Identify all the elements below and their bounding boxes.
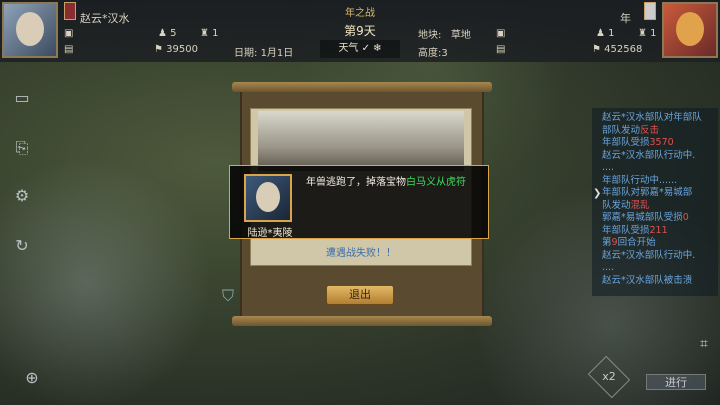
shield-icon[interactable]: ⛉ <box>216 284 240 308</box>
right-troops: ⚑ 452568 <box>592 44 643 55</box>
left-faction-flag <box>64 2 76 20</box>
book-icon[interactable]: ⎘ <box>10 136 34 160</box>
log-expand-icon[interactable]: ❯ <box>593 188 601 199</box>
refresh-icon[interactable]: ↻ <box>10 234 34 258</box>
speed-button[interactable]: x2 <box>592 370 626 383</box>
log-line: 年部队受损3570 <box>602 137 674 148</box>
battle-log[interactable]: 赵云*汉水部队对年部队 部队发动反击 年部队受损3570 赵云*汉水部队行动中....… <box>592 108 718 296</box>
log-line: .... <box>602 262 615 273</box>
right-commander-portrait[interactable] <box>662 2 718 58</box>
log-line: 赵云*汉水部队行动中. <box>602 149 696 161</box>
zoom-icon[interactable]: ⊕ <box>20 366 44 390</box>
drop-message: 年兽逃跑了，掉落宝物白马义从虎符 <box>306 177 466 188</box>
right-generals: ♜ 1 <box>638 28 657 39</box>
exit-button[interactable]: 退出 <box>326 285 394 305</box>
left-generals: ♜ 1 <box>200 28 219 39</box>
weather-indicator[interactable]: 天气 ✓ ❄ <box>320 40 400 58</box>
scroll-bottom-rod <box>232 316 492 326</box>
hero-name: 陆逊*夷陵 <box>247 228 293 239</box>
terrain: 地块: 草地 <box>418 30 471 41</box>
right-units: ♟ 1 <box>596 28 615 39</box>
day-counter: 第9天 <box>344 24 376 38</box>
battle-result-text: 遭遇战失败！！ <box>326 248 396 259</box>
left-player-name: 赵云*汉水 <box>80 12 130 25</box>
gear-icon[interactable]: ⚙ <box>10 184 34 208</box>
log-line: 部队发动反击 <box>602 124 660 136</box>
battle-title: 年之战 <box>345 8 375 19</box>
log-line: .... <box>602 162 615 173</box>
left-units: ♟ 5 <box>158 28 177 39</box>
proceed-button[interactable]: 进行 <box>646 374 706 390</box>
treasure-name: 白马义从虎符 <box>406 177 466 188</box>
log-line: 年部队行动中...... <box>602 174 678 186</box>
log-line: 郭嘉*易城部队受损0 <box>602 212 689 223</box>
treasure-drop-banner: 陆逊*夷陵 年兽逃跑了，掉落宝物白马义从虎符 <box>229 165 489 239</box>
right-chest-icon: ▣ <box>496 28 506 39</box>
left-chest-icon: ▣ <box>64 28 74 39</box>
left-bag-icon: ▤ <box>64 44 74 55</box>
screen-icon[interactable]: ▭ <box>10 86 34 110</box>
right-bag-icon: ▤ <box>496 44 506 55</box>
left-commander-portrait[interactable] <box>2 2 58 58</box>
right-faction-flag <box>644 2 656 20</box>
grid-icon[interactable]: ⌗ <box>692 336 716 352</box>
date: 日期: 1月1日 <box>234 48 294 59</box>
log-line: 队发动混乱 <box>602 199 650 211</box>
hero-portrait <box>244 174 292 222</box>
log-line: 赵云*汉水部队对年部队 <box>602 112 702 123</box>
height: 高度:3 <box>418 48 448 59</box>
log-line: 赵云*汉水部队行动中. <box>602 249 696 261</box>
log-line: 年部队受损211 <box>602 224 668 236</box>
right-player-name: 年 <box>620 12 631 25</box>
log-line: 年部队对郭嘉*易城部 <box>602 187 693 198</box>
left-troops: ⚑ 39500 <box>154 44 198 55</box>
scroll-top-rod <box>232 82 492 92</box>
log-line: 第9回合开始 <box>602 237 656 248</box>
log-line: 赵云*汉水部队被击溃 <box>602 274 693 286</box>
battle-scene-image <box>258 111 464 171</box>
